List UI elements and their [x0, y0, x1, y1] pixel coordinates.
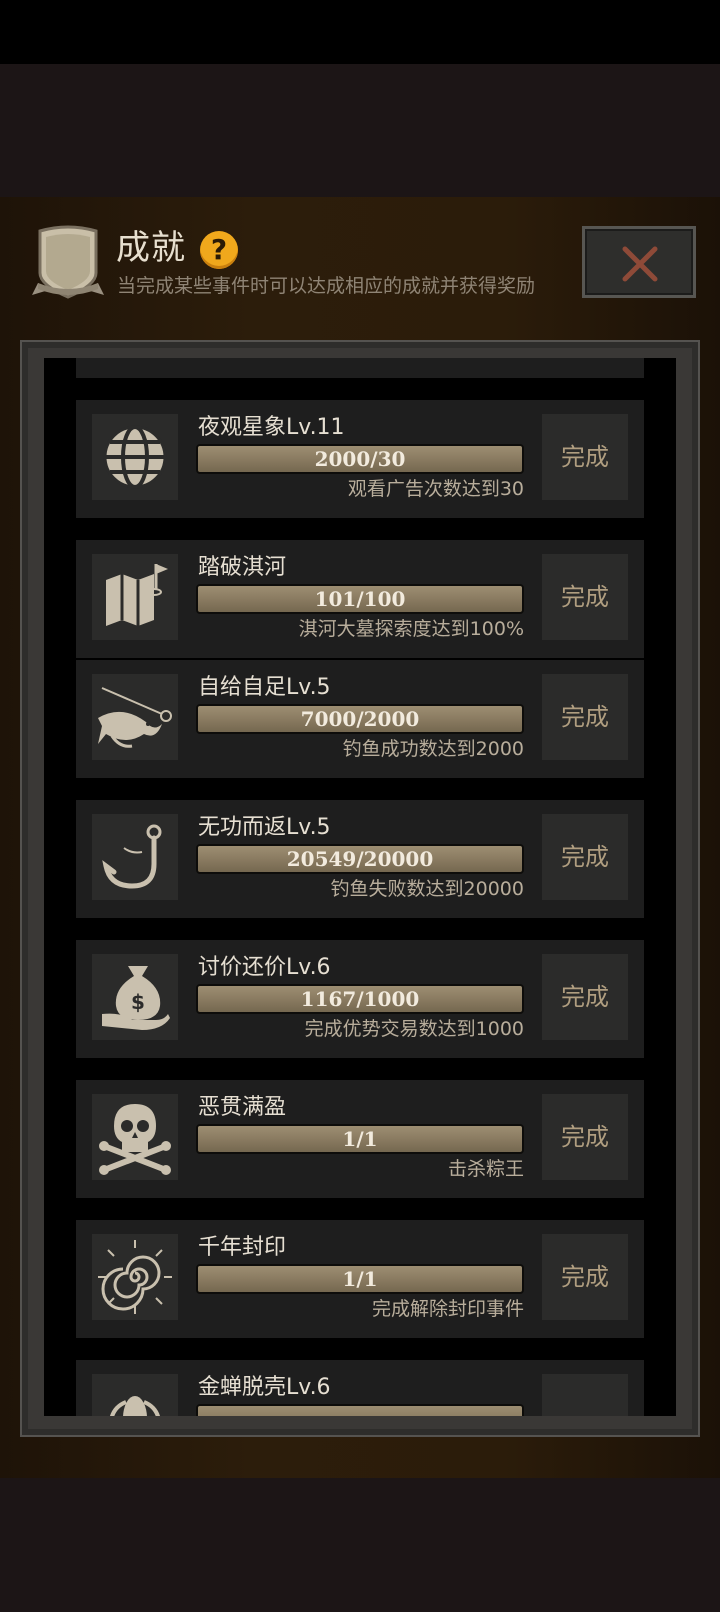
fish-catch-icon: [98, 687, 172, 748]
progress-text: 2000/30: [314, 447, 406, 471]
achievement-name: 夜观星象Lv.11: [198, 415, 345, 440]
achievement-card: $ 讨价还价Lv.6 1167/1000 完成优势交易数达到1000 完成: [76, 940, 644, 1058]
progress-text: 1/1: [342, 1267, 378, 1291]
achievement-card: 自给自足Lv.5 7000/2000 钓鱼成功数达到2000 完成: [76, 660, 644, 778]
progress-text: 20549/20000: [286, 847, 434, 871]
progress-bar: 20549/20000: [196, 844, 524, 874]
progress-bar: 1/1: [196, 1124, 524, 1154]
help-button[interactable]: ?: [200, 231, 238, 269]
achievement-card: 千年封印 1/1 完成解除封印事件 完成: [76, 1220, 644, 1338]
achievement-icon-box: [92, 674, 178, 760]
status-bar: [0, 0, 720, 64]
progress-bar: 101/100: [196, 584, 524, 614]
achievement-description: 完成解除封印事件: [371, 1298, 524, 1320]
achievement-description: 击杀粽王: [447, 1158, 524, 1180]
achievement-icon-box: [92, 1374, 178, 1416]
achievement-name: 恶贯满盈: [198, 1095, 287, 1120]
achievement-name: 自给自足Lv.5: [198, 675, 331, 700]
complete-button[interactable]: 完成: [542, 1234, 628, 1320]
progress-text: 1167/1000: [300, 987, 420, 1011]
progress-text: 101/100: [314, 587, 406, 611]
achievement-icon-box: [92, 414, 178, 500]
svg-text:$: $: [131, 990, 145, 1014]
achievement-name: 金蝉脱壳Lv.6: [198, 1375, 331, 1400]
achievement-card: 踏破淇河 101/100 淇河大墓探索度达到100% 完成: [76, 540, 644, 658]
money-bag-icon: $: [102, 966, 170, 1030]
shield-badge-icon: [32, 225, 104, 299]
achievement-card: 金蝉脱壳Lv.6: [76, 1360, 644, 1416]
page-title: 成就: [116, 228, 186, 268]
achievement-card: 夜观星象Lv.11 2000/30 观看广告次数达到30 完成: [76, 400, 644, 518]
complete-button[interactable]: 完成: [542, 814, 628, 900]
achievement-icon-box: [92, 554, 178, 640]
progress-bar: 2000/30: [196, 444, 524, 474]
achievement-description: 淇河大墓探索度达到100%: [298, 618, 524, 640]
achievement-icon-box: [92, 814, 178, 900]
complete-button[interactable]: 完成: [542, 1094, 628, 1180]
complete-button[interactable]: 完成: [542, 954, 628, 1040]
close-button[interactable]: [582, 226, 696, 298]
globe-icon: [103, 425, 167, 489]
overlay-top: [0, 64, 720, 197]
overlay-bottom: [0, 1478, 720, 1612]
achievement-name: 千年封印: [198, 1235, 287, 1260]
complete-button[interactable]: 完成: [542, 414, 628, 500]
progress-bar: 1/1: [196, 1264, 524, 1294]
seal-spiral-icon: [98, 1240, 172, 1314]
progress-bar: [196, 1404, 524, 1416]
achievement-description: 观看广告次数达到30: [347, 478, 524, 500]
achievement-icon-box: $: [92, 954, 178, 1040]
map-flag-icon: [106, 564, 168, 626]
skull-crossbones-icon: [99, 1104, 171, 1175]
achievement-icon-box: [92, 1094, 178, 1180]
complete-button[interactable]: 完成: [542, 674, 628, 760]
progress-text: 7000/2000: [300, 707, 420, 731]
progress-text: 1/1: [342, 1127, 378, 1151]
progress-bar: 1167/1000: [196, 984, 524, 1014]
progress-bar: 7000/2000: [196, 704, 524, 734]
complete-button[interactable]: 完成: [542, 554, 628, 640]
achievement-description: 钓鱼成功数达到2000: [342, 738, 524, 760]
achievement-icon-box: [92, 1234, 178, 1320]
fishhook-icon: [102, 824, 162, 889]
achievement-description: 完成优势交易数达到1000: [304, 1018, 524, 1040]
achievement-name: 无功而返Lv.5: [198, 815, 331, 840]
page-subtitle: 当完成某些事件时可以达成相应的成就并获得奖励: [117, 275, 536, 297]
complete-button[interactable]: [542, 1374, 628, 1416]
achievement-card: 无功而返Lv.5 20549/20000 钓鱼失败数达到20000 完成: [76, 800, 644, 918]
achievement-name: 讨价还价Lv.6: [198, 955, 331, 980]
achievement-list[interactable]: 夜观星象Lv.11 2000/30 观看广告次数达到30 完成 踏破淇河 101…: [44, 358, 676, 1416]
achievement-name: 踏破淇河: [198, 555, 287, 580]
list-item-partial: [76, 358, 644, 378]
cicada-icon: [110, 1396, 160, 1416]
achievement-description: 钓鱼失败数达到20000: [330, 878, 524, 900]
achievement-card: 恶贯满盈 1/1 击杀粽王 完成: [76, 1080, 644, 1198]
close-icon: [622, 246, 658, 282]
